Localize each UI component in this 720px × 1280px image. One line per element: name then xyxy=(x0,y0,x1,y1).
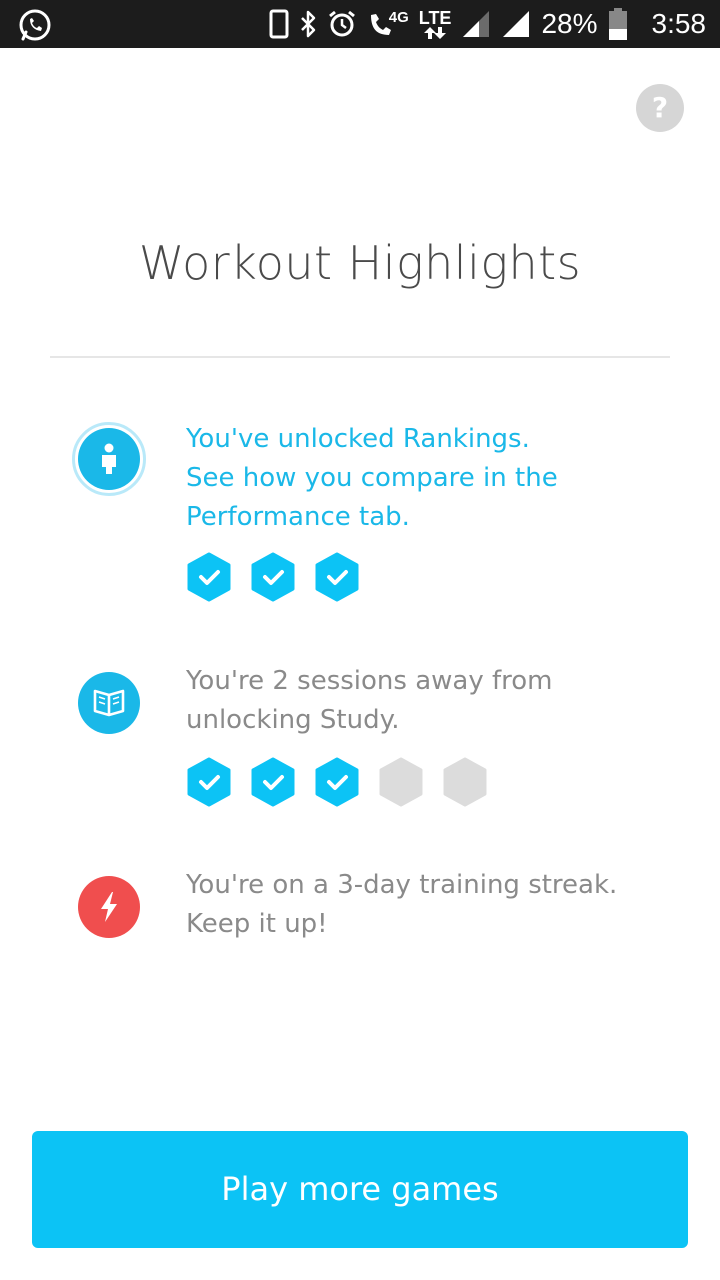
phone-device-icon xyxy=(269,9,289,39)
badge-complete-icon xyxy=(315,757,359,807)
bluetooth-icon xyxy=(299,9,317,39)
highlight-rankings-text: You've unlocked Rankings. See how you co… xyxy=(186,420,686,537)
battery-icon xyxy=(608,7,628,41)
progress-badges xyxy=(186,552,360,602)
highlight-line: Performance tab. xyxy=(186,502,410,532)
book-icon xyxy=(78,672,140,734)
highlight-line: See how you compare in the xyxy=(186,463,558,493)
person-icon xyxy=(78,428,140,490)
badge-complete-icon xyxy=(187,757,231,807)
lte-label: LTE xyxy=(418,8,452,28)
badge-complete-icon xyxy=(315,552,359,602)
lightning-icon xyxy=(78,876,140,938)
status-bar: 4G LTE 28% 3:58 xyxy=(0,0,720,48)
network-type-label: 4G xyxy=(388,8,409,26)
progress-badges xyxy=(186,757,488,807)
page-title: Workout Highlights xyxy=(138,236,582,290)
badge-pending-icon xyxy=(379,757,423,807)
badge-complete-icon xyxy=(251,757,295,807)
help-icon: ? xyxy=(651,91,669,124)
badge-complete-icon xyxy=(251,552,295,602)
badge-complete-icon xyxy=(187,552,231,602)
signal-icon xyxy=(461,9,491,39)
highlight-streak-text: You're on a 3-day training streak. Keep … xyxy=(186,866,686,944)
highlight-line: You're 2 sessions away from xyxy=(186,666,553,696)
whatsapp-icon xyxy=(18,8,52,42)
highlight-line: unlocking Study. xyxy=(186,705,400,735)
alarm-icon xyxy=(327,9,357,39)
play-more-games-button[interactable]: Play more games xyxy=(32,1131,688,1248)
highlight-line: You've unlocked Rankings. xyxy=(186,424,530,454)
wifi-calling-icon: 4G xyxy=(367,9,409,39)
divider xyxy=(50,356,670,358)
highlight-study-text: You're 2 sessions away from unlocking St… xyxy=(186,662,686,740)
help-button[interactable]: ? xyxy=(636,84,684,132)
signal-icon xyxy=(501,9,531,39)
badge-pending-icon xyxy=(443,757,487,807)
clock: 3:58 xyxy=(651,8,707,39)
highlight-line: Keep it up! xyxy=(186,909,328,939)
lte-indicator: LTE xyxy=(418,8,452,39)
battery-percent: 28% xyxy=(541,8,598,39)
highlight-line: You're on a 3-day training streak. xyxy=(186,870,618,900)
